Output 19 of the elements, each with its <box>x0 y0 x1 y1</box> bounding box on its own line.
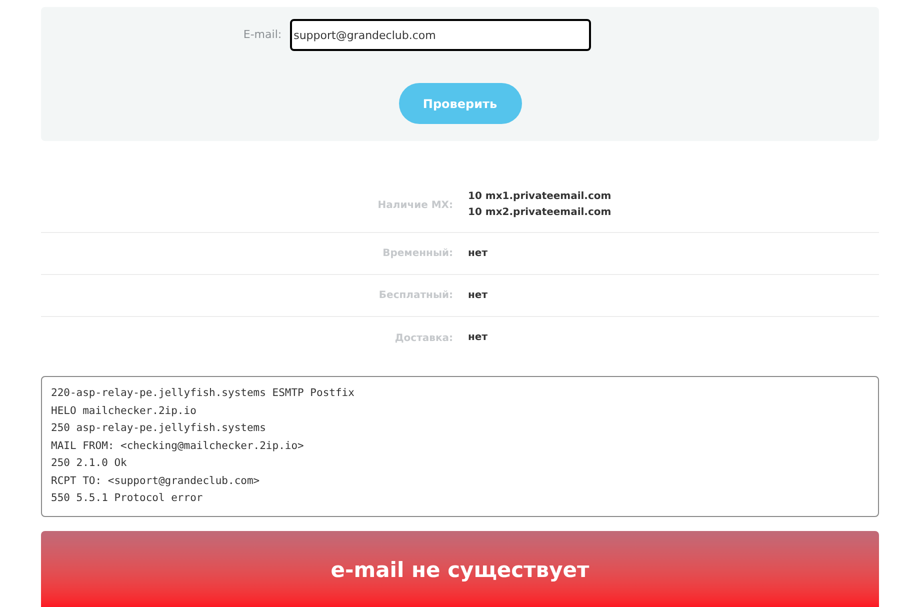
result-value: 10 mx1.privateemail.com <box>468 190 612 204</box>
result-label: Доставка: <box>394 332 453 346</box>
result-label: Временный: <box>382 247 453 261</box>
result-value: 10 mx2.privateemail.com <box>468 206 612 220</box>
log-line: 550 5.5.1 Protocol error <box>51 491 204 506</box>
result-value: нет <box>468 331 488 345</box>
result-label: Бесплатный: <box>378 289 453 303</box>
field-label: E-mail: <box>243 26 282 43</box>
log-line: HELO mailchecker.2ip.io <box>51 404 198 418</box>
log-line: 250 2.1.0 Ok <box>51 456 128 471</box>
log-line: RCPT TO: <support@grandeclub.com> <box>51 474 261 488</box>
result-value: нет <box>468 246 488 260</box>
log-line: 250 asp-relay-pe.jellyfish.systems <box>51 421 267 436</box>
result-label: Наличие MX: <box>376 198 453 212</box>
log-line: MAIL FROM: <checking@mailchecker.2ip.io> <box>51 438 305 454</box>
log-line: 220-asp-relay-pe.jellyfish.systems ESMTP Postfix <box>51 386 356 401</box>
verdict-text: e-mail не существует <box>330 557 590 584</box>
result-value: нет <box>468 288 488 302</box>
email-field[interactable]: support@grandeclub.com <box>290 19 591 51</box>
